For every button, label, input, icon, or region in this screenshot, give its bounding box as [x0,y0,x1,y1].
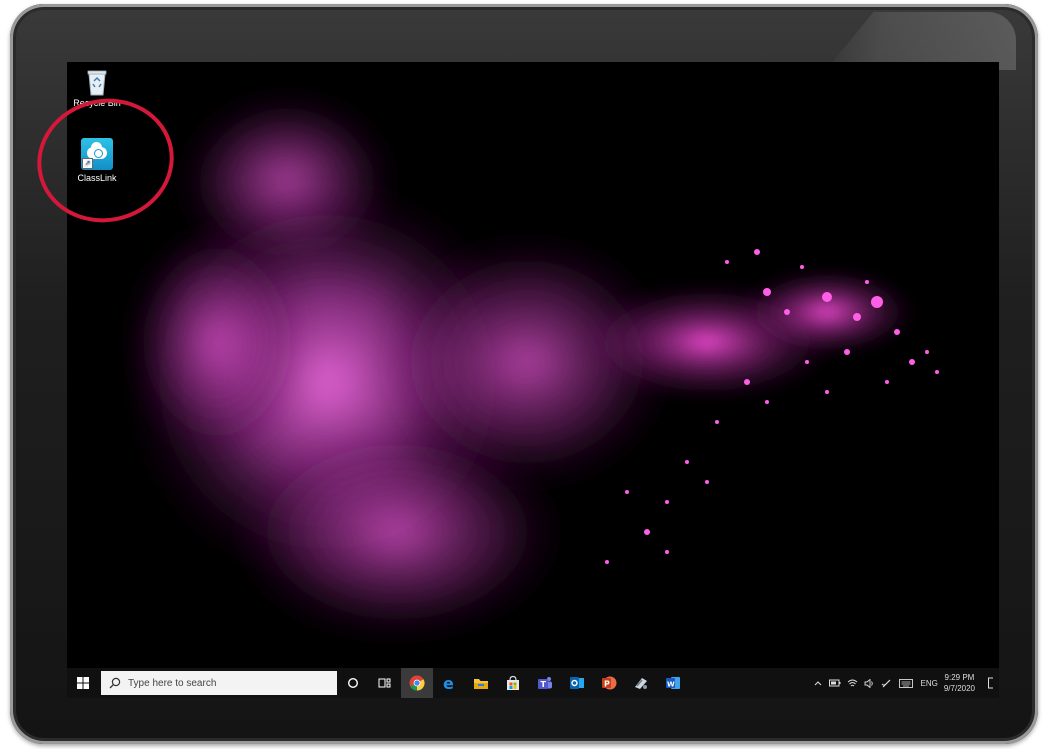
wifi-icon[interactable] [844,679,861,688]
task-view-icon [378,678,391,688]
volume-icon[interactable] [861,678,878,688]
action-center-button[interactable] [983,668,999,698]
notification-icon [988,677,993,689]
edge-icon: e [443,675,454,691]
pen-workspace-icon[interactable] [878,678,895,688]
clock-date: 9/7/2020 [943,684,975,693]
taskbar-search-input[interactable]: Type here to search [101,671,337,695]
desktop-icon-label: ClassLink [77,173,117,183]
snip-sketch-icon [635,678,647,689]
desktop-icon-recycle-bin[interactable]: Recycle Bin [67,68,127,109]
taskbar-clock[interactable]: 9:29 PM 9/7/2020 [944,672,975,694]
show-hidden-icons-chevron-up-icon[interactable] [810,680,827,686]
recycle-bin-icon [86,68,108,96]
word-icon: W [666,677,680,689]
system-tray: ENG 9:29 PM 9/7/2020 [810,668,999,698]
taskbar-app-powerpoint[interactable]: P [593,668,625,698]
powerpoint-icon: P [602,676,617,690]
taskbar-app-edge[interactable]: e [433,668,465,698]
desktop-icon-classlink[interactable]: ↗ ClassLink [67,138,127,184]
tablet-frame: Recycle Bin ↗ ClassLink Type here to sea… [10,4,1038,744]
touch-keyboard-icon[interactable] [895,678,917,688]
desktop-screen: Recycle Bin ↗ ClassLink Type here to sea… [67,62,999,698]
svg-text:P: P [604,680,610,689]
battery-icon[interactable] [827,679,844,687]
cortana-icon [347,677,359,689]
taskbar-app-outlook[interactable] [561,668,593,698]
classlink-cloud-icon: ↗ [81,138,113,170]
teams-icon: T [538,677,552,689]
chrome-icon [409,675,425,691]
taskbar-app-teams[interactable]: T [529,668,561,698]
clock-time: 9:29 PM [944,673,975,682]
taskbar-app-chrome[interactable] [401,668,433,698]
taskbar: Type here to search e T P W ENG 9:29 PM … [67,668,999,698]
search-icon [109,677,121,689]
input-language-indicator[interactable]: ENG [921,679,938,688]
outlook-icon [570,677,584,689]
cortana-button[interactable] [337,668,369,698]
desktop-icon-label: Recycle Bin [73,98,121,108]
wallpaper-magenta-powder [127,92,939,642]
search-placeholder: Type here to search [128,677,217,689]
taskbar-app-word[interactable]: W [657,668,689,698]
store-icon [507,675,519,690]
svg-text:T: T [541,680,547,689]
taskbar-app-snip-sketch[interactable] [625,668,657,698]
taskbar-app-store[interactable] [497,668,529,698]
taskbar-app-file-explorer[interactable] [465,668,497,698]
task-view-button[interactable] [369,668,401,698]
shortcut-arrow-icon: ↗ [82,158,93,169]
file-explorer-icon [474,679,488,689]
svg-text:e: e [443,675,454,691]
svg-text:W: W [667,681,675,689]
start-button[interactable] [67,668,99,698]
windows-logo-icon [77,677,89,689]
